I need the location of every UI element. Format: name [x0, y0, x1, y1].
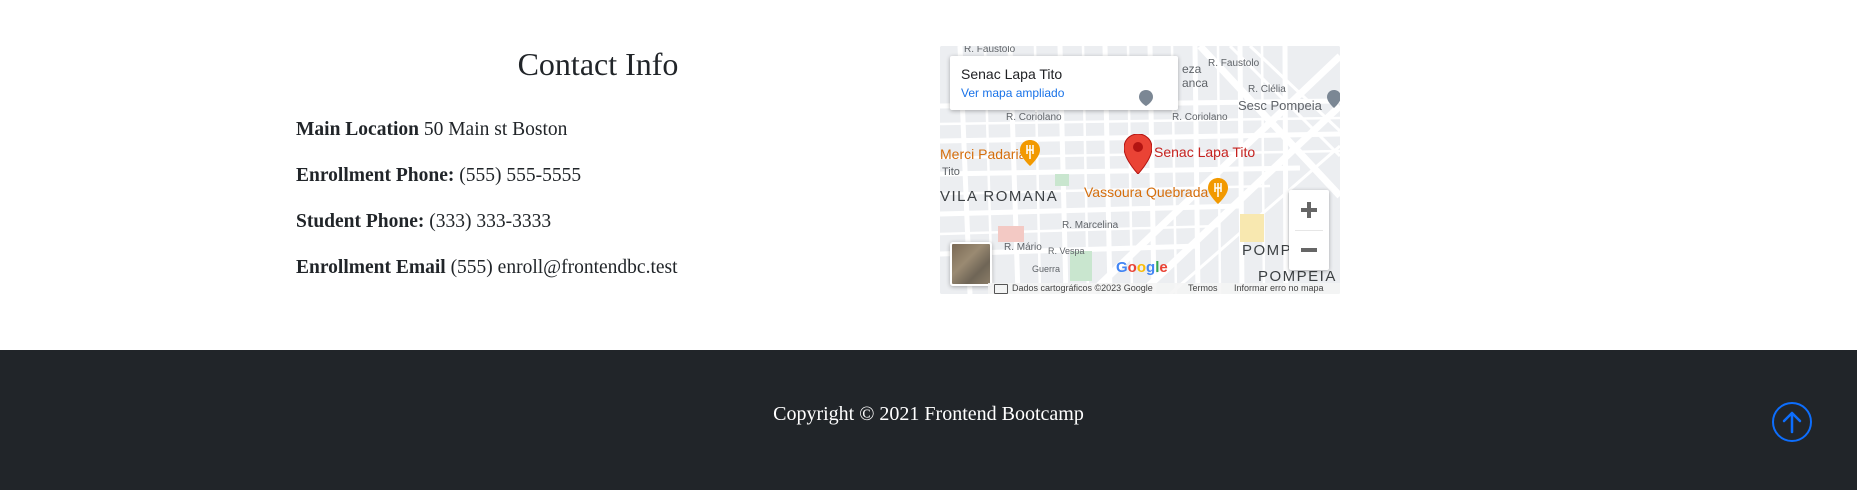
keyboard-icon[interactable] [994, 284, 1008, 294]
location-marker-icon[interactable] [1124, 134, 1152, 174]
contact-enrollment-phone: Enrollment Phone: (555) 555-5555 [296, 163, 581, 189]
map-label: anca [1182, 76, 1209, 90]
map-label-sesc: Sesc Pompeia [1238, 98, 1322, 113]
map-label: R. Coriolano [1006, 112, 1062, 123]
embedded-map[interactable]: Senac Lapa Tito Ver mapa ampliado R. Fau… [940, 46, 1340, 294]
map-label: R. Vespa [1048, 246, 1085, 256]
copyright-text: Copyright © 2021 Frontend Bootcamp [773, 403, 1084, 425]
map-label-vila-romana: VILA ROMANA [940, 188, 1059, 205]
minus-icon [1301, 248, 1317, 252]
contact-label: Main Location [296, 119, 419, 140]
satellite-layer-toggle[interactable] [950, 242, 992, 286]
contact-label: Enrollment Phone: [296, 165, 455, 186]
contact-student-phone: Student Phone: (333) 333-3333 [296, 209, 551, 235]
marker-label: Senac Lapa Tito [1154, 144, 1256, 160]
report-error-link[interactable]: Informar erro no mapa [1234, 283, 1324, 293]
restaurant-pin-icon[interactable] [1020, 140, 1040, 166]
contact-section: Contact Info Main Location 50 Main st Bo… [0, 0, 1857, 350]
contact-enrollment-email: Enrollment Email (555) enroll@frontendbc… [296, 255, 678, 281]
arrow-up-circle-icon [1782, 411, 1802, 434]
terms-link[interactable]: Termos [1188, 283, 1218, 293]
map-label: R. Marcelina [1062, 220, 1119, 231]
place-pin-icon[interactable] [1139, 90, 1153, 106]
contact-value: 50 Main st Boston [418, 119, 568, 140]
contact-label: Enrollment Email [296, 257, 446, 278]
map-label-merci: Merci Padaria [940, 146, 1027, 162]
contact-title: Contact Info [517, 46, 679, 82]
contact-value: (555) enroll@frontendbc.test [445, 257, 678, 278]
place-name: Senac Lapa Tito [961, 66, 1063, 82]
zoom-out-button[interactable] [1289, 230, 1329, 270]
zoom-in-button[interactable] [1289, 190, 1329, 230]
map-label: R. Faustolo [964, 46, 1016, 55]
plus-icon [1307, 202, 1311, 218]
contact-value: (555) 555-5555 [454, 165, 582, 186]
map-label: R. Mário [1004, 242, 1042, 253]
map-label-vassoura: Vassoura Quebrada [1084, 184, 1209, 200]
map-label: Tito [942, 166, 960, 178]
place-pin-icon[interactable] [1327, 90, 1340, 108]
map-data-credit: Dados cartográficos ©2023 Google [1012, 283, 1153, 293]
zoom-controls [1289, 190, 1329, 270]
map-label: R. Faustolo [1208, 58, 1260, 69]
contact-label: Student Phone: [296, 211, 425, 232]
restaurant-pin-icon[interactable] [1208, 178, 1228, 204]
map-attribution: Dados cartográficos ©2023 Google Termos … [988, 283, 1340, 294]
footer: Copyright © 2021 Frontend Bootcamp [0, 350, 1857, 490]
view-larger-map-link[interactable]: Ver mapa ampliado [961, 86, 1064, 100]
map-label: eza [1182, 62, 1202, 76]
back-to-top-button[interactable] [1772, 402, 1812, 442]
map-label: Guerra [1032, 264, 1061, 274]
map-label: R. Coriolano [1172, 112, 1228, 123]
contact-value: (333) 333-3333 [424, 211, 552, 232]
map-label-pomp: POMP [1242, 242, 1293, 259]
map-label: R. Clélia [1248, 84, 1286, 95]
google-logo: Google [1116, 259, 1168, 276]
contact-main-location: Main Location 50 Main st Boston [296, 117, 567, 143]
